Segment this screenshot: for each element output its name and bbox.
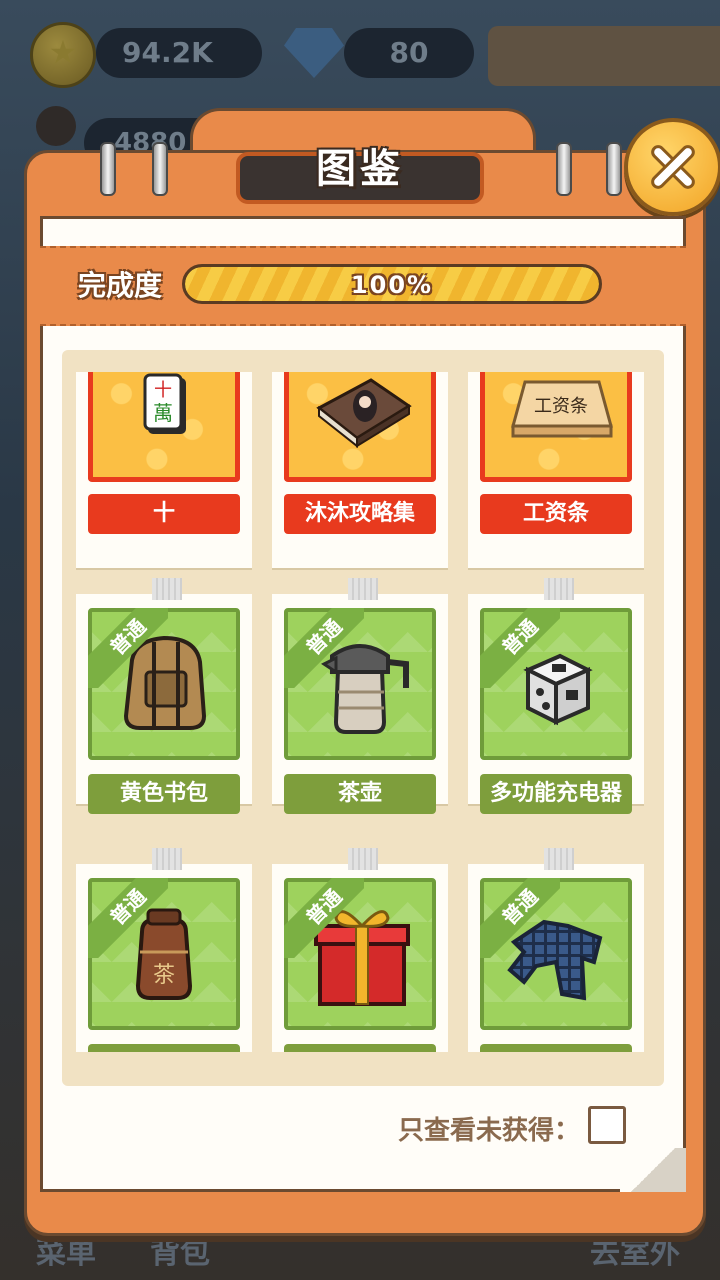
guide-book-icon: [316, 378, 412, 449]
collection-card[interactable]: 普通 黄色书包: [76, 578, 252, 814]
filter-unobtained-label: 只查看未获得：: [398, 1116, 581, 1146]
item-name: 十: [88, 494, 240, 534]
payslip-icon: 工资条: [511, 380, 613, 438]
item-slot: [284, 372, 436, 482]
coin-icon: [30, 22, 96, 88]
paper-clip: [348, 578, 378, 600]
rarity-label: 普通: [284, 608, 364, 688]
fans-icon: [36, 106, 76, 146]
collection-card[interactable]: 普通 多功能充电器: [468, 578, 644, 814]
gem-count: 80: [389, 36, 429, 69]
collection-card[interactable]: 茶 普通: [76, 848, 252, 1052]
filter-unobtained-checkbox[interactable]: [588, 1106, 626, 1144]
paper-clip: [348, 848, 378, 870]
collection-card[interactable]: 十 萬 十: [76, 372, 252, 568]
rarity-ribbon: 普通: [284, 878, 364, 958]
paper-clip: [544, 848, 574, 870]
collection-card[interactable]: 普通 茶壶: [272, 578, 448, 814]
binder-ring-icon: [100, 142, 116, 196]
item-name: 工资条: [480, 494, 632, 534]
binder-ring-icon: [152, 142, 168, 196]
paper-clip: [152, 578, 182, 600]
binder-ring-icon: [606, 142, 622, 196]
paper-clip: [544, 578, 574, 600]
svg-text:工资条: 工资条: [534, 396, 588, 417]
svg-text:茶: 茶: [153, 963, 175, 988]
completion-label: 完成度: [78, 269, 163, 302]
svg-text:十: 十: [154, 380, 172, 401]
rarity-label: 普通: [480, 878, 560, 958]
paper-clip: [152, 848, 182, 870]
coin-count: 94.2K: [122, 36, 213, 69]
item-name: 沐沐攻略集: [284, 494, 436, 534]
item-name: [88, 1044, 240, 1052]
coin-counter: 94.2K: [96, 28, 262, 78]
completion-percent: 100%: [350, 271, 434, 299]
close-button[interactable]: [624, 118, 720, 216]
svg-text:萬: 萬: [153, 401, 173, 425]
item-name: [480, 1044, 632, 1052]
item-name: 黄色书包: [88, 774, 240, 814]
rarity-label: 普通: [88, 878, 168, 958]
hud-banner: [488, 26, 720, 86]
item-name: 多功能充电器: [480, 774, 632, 814]
rarity-label: 普通: [284, 878, 364, 958]
rarity-label: 普通: [480, 608, 560, 688]
item-slot: 工资条: [480, 372, 632, 482]
item-name: 茶壶: [284, 774, 436, 814]
gem-counter: 80: [344, 28, 474, 78]
dialog-title: 图鉴: [316, 146, 404, 192]
mahjong-tile-icon: 十 萬: [143, 373, 186, 434]
collection-card[interactable]: 普通: [272, 848, 448, 1052]
rarity-ribbon: 普通: [88, 608, 168, 688]
rarity-ribbon: 普通: [480, 878, 560, 958]
item-slot: 十 萬: [88, 372, 240, 482]
binder-ring-icon: [556, 142, 572, 196]
rarity-ribbon: 普通: [480, 608, 560, 688]
collection-card[interactable]: 普通: [468, 848, 644, 1052]
item-name: [284, 1044, 436, 1052]
page-curl: [620, 1148, 686, 1192]
collection-card[interactable]: 工资条 工资条: [468, 372, 644, 568]
collection-grid[interactable]: 十 萬 十 沐沐攻略集 工资条 工资条 普通 黄色书包 普通 茶壶 普通 多功能…: [62, 372, 664, 1052]
collection-card[interactable]: 沐沐攻略集: [272, 372, 448, 568]
rarity-ribbon: 普通: [88, 878, 168, 958]
rarity-ribbon: 普通: [284, 608, 364, 688]
rarity-label: 普通: [88, 608, 168, 688]
